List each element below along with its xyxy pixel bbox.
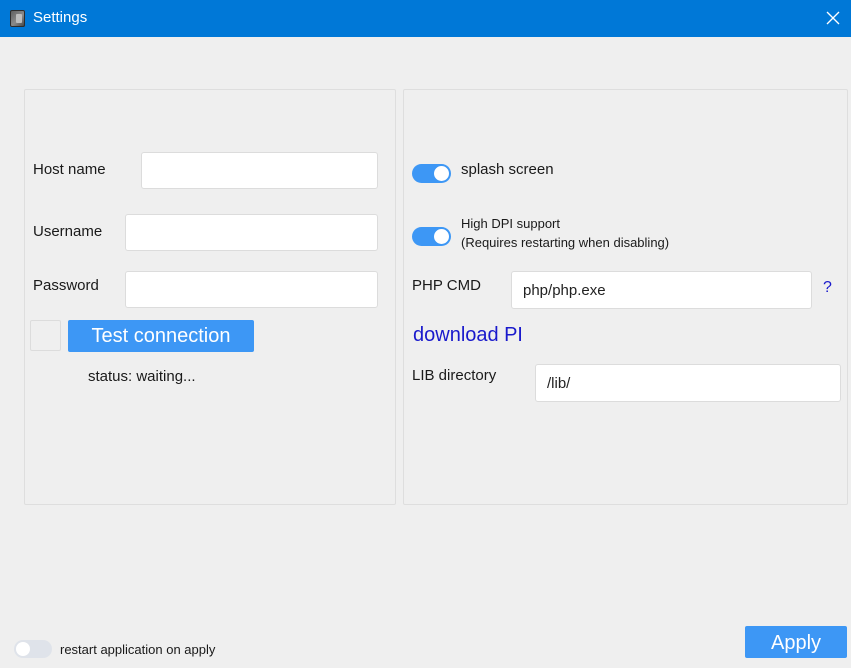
connection-status: status: waiting... — [88, 368, 196, 385]
app-icon — [10, 10, 25, 27]
close-button[interactable] — [819, 4, 847, 32]
username-label: Username — [33, 223, 103, 240]
lib-directory-label: LIB directory — [412, 367, 497, 384]
php-cmd-input[interactable] — [511, 271, 812, 309]
username-input[interactable] — [125, 214, 378, 251]
lib-directory-input[interactable] — [535, 364, 841, 402]
toggle-knob — [16, 642, 30, 656]
splash-screen-label: splash screen — [461, 161, 554, 178]
window-title: Settings — [33, 9, 88, 26]
php-cmd-label: PHP CMD — [412, 277, 481, 294]
php-help-link[interactable]: ? — [823, 279, 832, 297]
high-dpi-toggle[interactable] — [412, 227, 451, 246]
toggle-knob — [434, 166, 449, 181]
restart-on-apply-toggle[interactable] — [14, 640, 52, 658]
password-label: Password — [33, 277, 99, 294]
title-bar: Settings — [0, 0, 851, 37]
host-name-label: Host name — [33, 161, 106, 178]
close-icon — [826, 11, 840, 25]
high-dpi-label: High DPI support — [461, 216, 560, 231]
restart-on-apply-label: restart application on apply — [60, 642, 216, 657]
apply-button[interactable]: Apply — [745, 626, 847, 658]
connection-checkbox[interactable] — [30, 320, 61, 351]
splash-screen-toggle[interactable] — [412, 164, 451, 183]
download-php-link[interactable]: download PHP — [413, 322, 521, 348]
test-connection-button[interactable]: Test connection — [68, 320, 254, 352]
toggle-knob — [434, 229, 449, 244]
host-name-input[interactable] — [141, 152, 378, 189]
high-dpi-note: (Requires restarting when disabling) — [461, 235, 670, 250]
password-input[interactable] — [125, 271, 378, 308]
